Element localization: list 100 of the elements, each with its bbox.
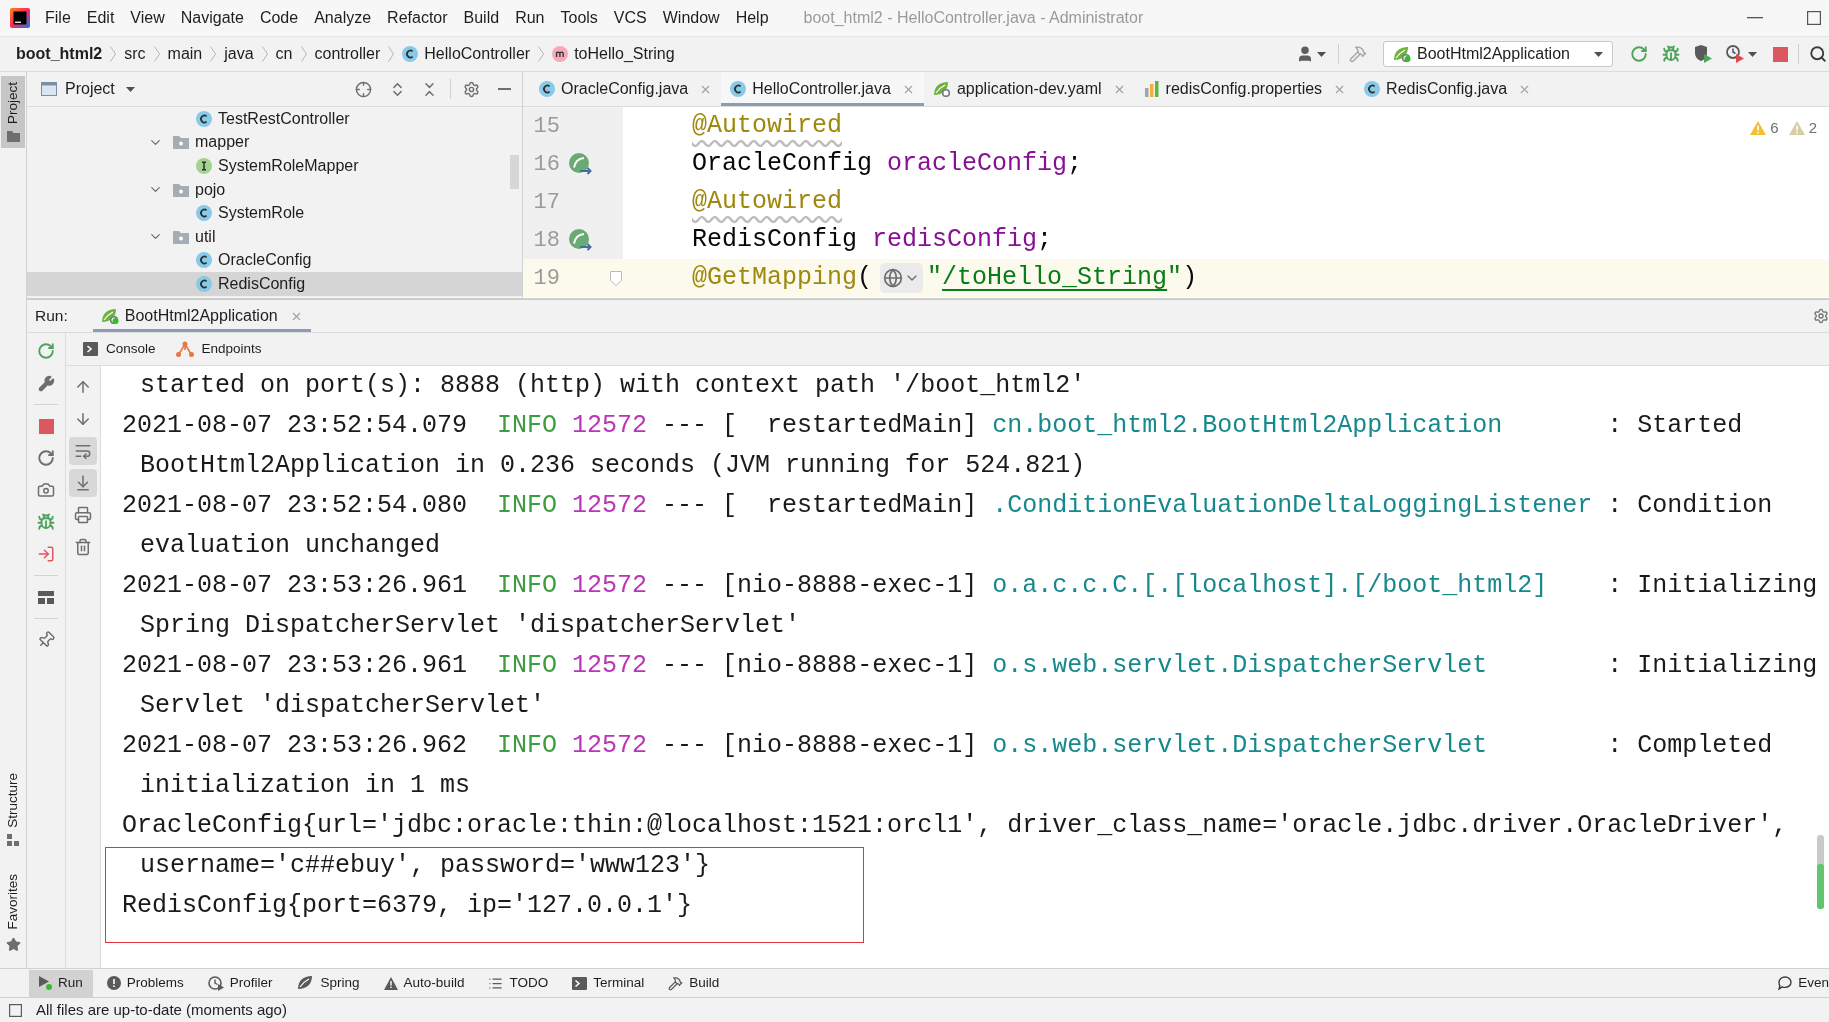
editor-tab[interactable]: redisConfig.properties xyxy=(1134,72,1356,106)
problems-counter[interactable]: 6 xyxy=(1750,117,1779,140)
scrollbar-thumb[interactable] xyxy=(510,155,519,189)
editor-tab[interactable]: OracleConfig.java xyxy=(530,72,722,106)
tool-window-button[interactable]: Build xyxy=(658,969,730,997)
console-text: RedisConfig{port=6379, ip='127.0.0.1'} xyxy=(122,890,693,923)
debug-icon[interactable] xyxy=(1662,45,1680,63)
rerun-icon[interactable] xyxy=(1630,45,1648,63)
problems-icon xyxy=(106,976,121,990)
stop-icon[interactable] xyxy=(38,418,54,434)
menu-item[interactable]: Analyze xyxy=(306,4,380,32)
spring-leaf-icon xyxy=(296,975,315,991)
menu-item[interactable]: Navigate xyxy=(172,4,252,32)
breadcrumb-separator-icon xyxy=(538,46,545,62)
terminal-icon xyxy=(572,976,588,990)
layout-icon[interactable] xyxy=(38,590,54,604)
bug-icon[interactable] xyxy=(37,513,55,531)
status-message: All files are up-to-date (moments ago) xyxy=(36,999,287,1020)
logger-name: o.s.web.servlet.DispatcherServlet xyxy=(992,651,1488,681)
minimize-icon[interactable] xyxy=(1747,17,1763,19)
spring-bean-icon[interactable] xyxy=(568,228,592,252)
menu-item[interactable]: Run xyxy=(507,4,553,32)
rerun-icon[interactable] xyxy=(37,342,55,360)
breadcrumb-item[interactable]: cn xyxy=(275,42,293,66)
breadcrumb-item[interactable]: controller xyxy=(314,42,381,66)
editor-tab[interactable]: application-dev.yaml xyxy=(923,72,1135,106)
log-message: : Started xyxy=(1607,410,1743,443)
settings-icon[interactable] xyxy=(463,80,480,98)
tool-window-button[interactable]: Problems xyxy=(96,969,194,997)
menu-item[interactable]: Code xyxy=(251,4,307,32)
camera-icon[interactable] xyxy=(37,481,55,499)
tree-row[interactable]: util xyxy=(27,224,522,249)
tool-window-tab[interactable]: Project xyxy=(1,76,25,149)
spring-bean-icon[interactable] xyxy=(568,152,592,176)
menu-item[interactable]: Refactor xyxy=(379,4,456,32)
menu-item[interactable]: Build xyxy=(455,4,508,32)
console-toolbar-button[interactable] xyxy=(69,469,97,497)
tree-row[interactable]: mapper xyxy=(27,130,522,155)
settings-icon[interactable] xyxy=(1813,308,1829,324)
breadcrumb-item[interactable]: toHello_String xyxy=(552,42,675,66)
menu-item[interactable]: Edit xyxy=(78,4,123,32)
fold-marker-icon[interactable] xyxy=(610,270,622,286)
tool-window-button[interactable]: Even xyxy=(1770,969,1829,997)
spring-config-icon xyxy=(932,81,951,97)
restart-icon[interactable] xyxy=(37,449,55,467)
run-configuration-dropdown[interactable]: BootHtml2Application xyxy=(1383,41,1613,67)
menu-item[interactable]: Window xyxy=(654,4,728,32)
user-icon[interactable] xyxy=(1296,45,1314,63)
menu-item[interactable]: Help xyxy=(727,4,777,32)
tool-window-tab[interactable]: Structure xyxy=(1,766,25,853)
breadcrumb-item[interactable]: boot_html2 xyxy=(16,42,103,66)
project-view-dropdown[interactable]: Project xyxy=(65,77,135,101)
tree-row[interactable]: OracleConfig xyxy=(27,248,522,273)
log-level: INFO xyxy=(497,410,558,443)
tree-row[interactable]: pojo xyxy=(27,177,522,202)
url-link[interactable]: /toHello_String xyxy=(942,263,1168,293)
editor-tab[interactable]: HelloController.java xyxy=(721,72,924,106)
package-folder-icon xyxy=(173,135,189,150)
search-icon[interactable] xyxy=(1809,45,1827,63)
line-number: 17 xyxy=(532,188,560,217)
hammer-icon[interactable] xyxy=(1349,45,1367,63)
editor-tab[interactable]: RedisConfig.java xyxy=(1355,72,1541,106)
caret-down-icon[interactable] xyxy=(1317,51,1326,57)
caret-down-icon[interactable] xyxy=(1748,51,1757,57)
square-icon[interactable] xyxy=(9,1003,22,1017)
tool-window-button[interactable]: Profiler xyxy=(197,969,283,997)
scrollbar-thumb[interactable] xyxy=(1817,835,1824,909)
breadcrumb-item[interactable]: HelloController xyxy=(402,42,531,66)
menu-item[interactable]: File xyxy=(37,4,79,32)
tool-window-button[interactable]: Terminal xyxy=(562,969,655,997)
run-tab[interactable]: BootHtml2Application xyxy=(92,300,311,332)
console-view-tab[interactable]: Console xyxy=(83,338,156,360)
tree-row[interactable]: TestRestController xyxy=(27,107,522,131)
code-line: "/toHello_String") xyxy=(927,262,1198,295)
tree-row[interactable]: SystemRoleMapper xyxy=(27,154,522,178)
exit-arrow-icon[interactable] xyxy=(37,545,55,563)
tool-window-button[interactable]: TODO xyxy=(478,969,559,997)
menu-item[interactable]: VCS xyxy=(605,4,655,32)
tool-window-button[interactable]: Run xyxy=(29,969,93,997)
profiler-icon[interactable] xyxy=(1726,45,1744,63)
stop-icon[interactable] xyxy=(1773,46,1788,62)
tree-row[interactable]: RedisConfig xyxy=(27,272,522,296)
warning-icon xyxy=(1750,121,1767,136)
menu-item[interactable]: View xyxy=(122,4,173,32)
tool-window-button[interactable]: Spring xyxy=(286,969,370,997)
tree-row[interactable]: SystemRole xyxy=(27,201,522,225)
console-view-tab[interactable]: Endpoints xyxy=(175,338,262,360)
breadcrumb-item[interactable]: src xyxy=(124,42,146,66)
tool-window-tab[interactable]: Favorites xyxy=(1,868,25,958)
url-inlay-button[interactable] xyxy=(880,263,924,293)
wrench-icon[interactable] xyxy=(37,374,55,392)
tool-window-button[interactable]: Auto-build xyxy=(373,969,475,997)
locate-icon[interactable] xyxy=(355,80,372,98)
coverage-icon[interactable] xyxy=(1694,45,1712,63)
console-toolbar-button[interactable] xyxy=(69,437,97,465)
maximize-icon[interactable] xyxy=(1807,11,1821,25)
menu-item[interactable]: Tools xyxy=(552,4,606,32)
breadcrumb-item[interactable]: main xyxy=(167,42,203,66)
problems-counter[interactable]: 2 xyxy=(1788,117,1817,140)
breadcrumb-item[interactable]: java xyxy=(224,42,254,66)
